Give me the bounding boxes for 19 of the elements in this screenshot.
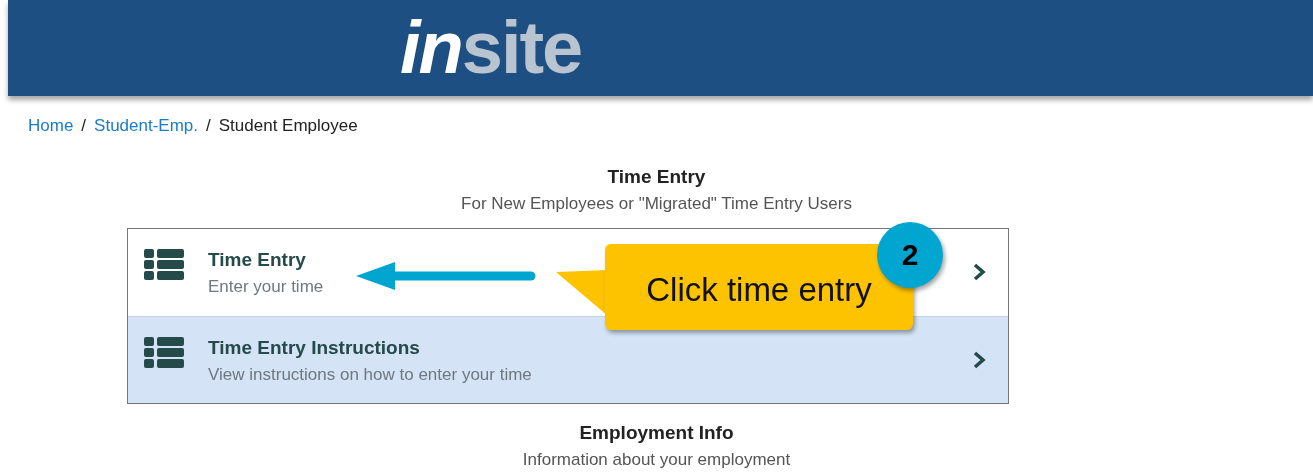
breadcrumb-link[interactable]: Home [28,116,74,136]
logo: insite [400,11,582,85]
item-title: Time Entry Instructions [208,337,420,359]
section-subtitle: Information about your employment [522,450,791,470]
item-title: Time Entry [208,249,306,271]
item-description: Enter your time [208,277,324,297]
breadcrumb-current: Student Employee [218,116,358,136]
menu-item[interactable]: Time Entry Instructions View instructions on how to enter your time [128,316,1008,403]
chevron-right-icon [972,263,986,281]
section-subtitle: For New Employees or "Migrated" Time Entry Users [461,194,852,214]
breadcrumb-separator: / [206,116,211,136]
section-title: Time Entry [607,166,706,188]
list-icon [144,337,184,369]
breadcrumb-link[interactable]: Student-Emp. [94,116,199,136]
item-description: View instructions on how to enter your time [208,365,532,385]
section-title: Employment Info [579,422,734,444]
breadcrumb-separator: / [81,116,87,136]
chevron-right-icon [972,351,986,369]
list-icon [144,249,184,281]
